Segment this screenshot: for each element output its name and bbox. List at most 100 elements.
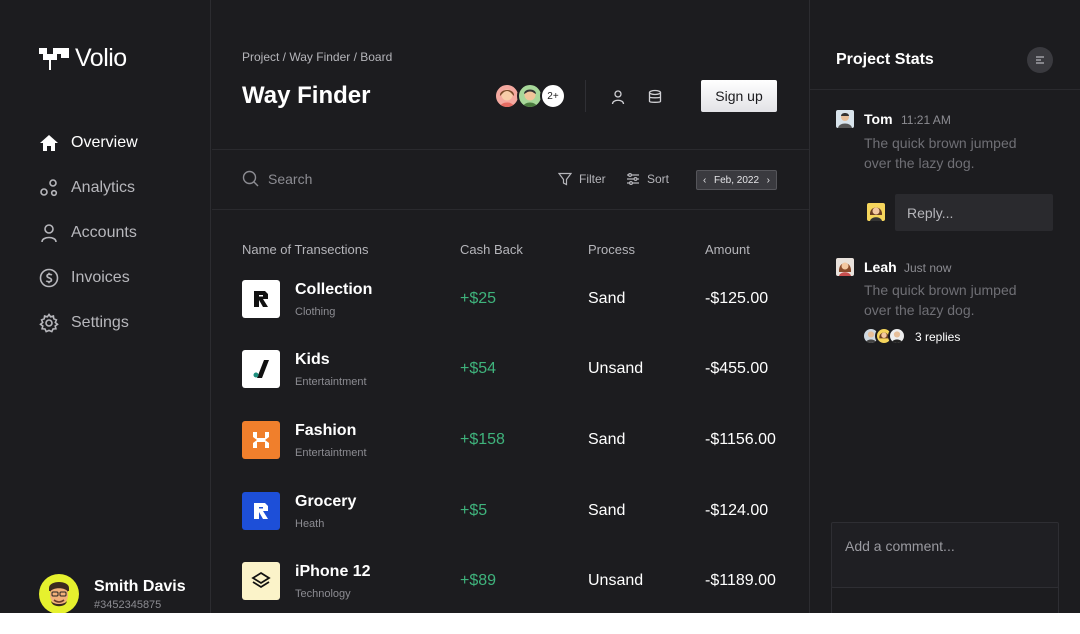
transaction-name: iPhone 12: [295, 563, 371, 580]
comment-author: Leah: [864, 259, 897, 275]
user-icon: [39, 223, 59, 243]
cashback-value: +$89: [460, 572, 497, 589]
logo[interactable]: Volio: [39, 44, 127, 73]
sidebar-item-label: Accounts: [71, 223, 137, 241]
page-title: Way Finder: [242, 82, 371, 109]
main-content: Project / Way Finder / Board Way Finder …: [212, 0, 809, 613]
replies-link[interactable]: 3 replies: [915, 330, 960, 344]
search-bar[interactable]: [242, 170, 442, 187]
amount-value: -$124.00: [705, 502, 769, 519]
date-picker: ‹ Feb, 2022 ›: [696, 170, 777, 190]
user-profile[interactable]: Smith Davis #3452345875: [39, 574, 186, 613]
amount-value: -$1156.00: [705, 431, 776, 448]
amount-value: -$455.00: [705, 360, 769, 377]
profile-id: #3452345875: [94, 598, 162, 611]
date-label: Feb, 2022: [713, 174, 760, 186]
sidebar-item-settings[interactable]: Settings: [39, 300, 138, 345]
column-header-name[interactable]: Name of Transections: [242, 242, 368, 257]
comment-time: 11:21 AM: [901, 113, 951, 127]
breadcrumb[interactable]: Project / Way Finder / Board: [242, 50, 392, 64]
r-logo-icon: [242, 492, 280, 530]
table-row[interactable]: Fashion Entertaintment +$158 Sand -$1156…: [242, 421, 787, 461]
profile-button[interactable]: [605, 84, 631, 110]
sidebar-item-label: Settings: [71, 313, 129, 331]
analytics-icon: [39, 178, 59, 198]
sort-label: Sort: [647, 172, 670, 186]
sidebar-item-accounts[interactable]: Accounts: [39, 210, 138, 255]
mini-avatar: [888, 327, 906, 345]
more-members-badge[interactable]: 2+: [540, 83, 566, 109]
profile-name: Smith Davis: [94, 577, 186, 595]
filter-button[interactable]: Filter: [558, 172, 606, 186]
divider: [810, 89, 1080, 90]
column-header-amount[interactable]: Amount: [705, 242, 750, 257]
comment-box-extension: [831, 587, 1059, 613]
table-row[interactable]: Collection Clothing +$25 Sand -$125.00: [242, 280, 787, 320]
transaction-category: Entertaintment: [295, 447, 367, 459]
slash-logo-icon: [242, 350, 280, 388]
member-avatars[interactable]: 2+: [494, 83, 566, 109]
layers-logo-icon: [242, 562, 280, 600]
sidebar-item-label: Analytics: [71, 178, 136, 196]
signup-button[interactable]: Sign up: [701, 80, 777, 112]
app-window: Volio Overview Analytics Accounts Invoic…: [0, 0, 1080, 613]
process-status: Unsand: [588, 572, 644, 589]
dollar-icon: [39, 268, 59, 288]
panel-title: Project Stats: [836, 51, 934, 68]
avatar: [39, 574, 79, 613]
search-input[interactable]: [268, 170, 418, 187]
chevron-right-icon[interactable]: ›: [767, 175, 770, 186]
filter-label: Filter: [579, 172, 606, 186]
sidebar-item-label: Overview: [71, 133, 138, 151]
chevron-left-icon[interactable]: ‹: [703, 175, 706, 186]
app-name: Volio: [75, 44, 127, 72]
table-row[interactable]: iPhone 12 Technology +$89 Unsand -$1189.…: [242, 562, 787, 602]
comment-author: Tom: [864, 111, 893, 127]
table-row[interactable]: Grocery Heath +$5 Sand -$124.00: [242, 492, 787, 532]
process-status: Sand: [588, 431, 626, 448]
transaction-name: Fashion: [295, 422, 357, 439]
cashback-value: +$54: [460, 360, 497, 377]
sidebar-item-label: Invoices: [71, 268, 130, 286]
gear-icon: [39, 312, 59, 333]
search-icon: [242, 170, 259, 187]
table-row[interactable]: Kids Entertaintment +$54 Unsand -$455.00: [242, 350, 787, 390]
sliders-icon: [627, 173, 639, 186]
cashback-value: +$158: [460, 431, 505, 448]
sidebar-item-invoices[interactable]: Invoices: [39, 255, 138, 300]
project-stats-panel: Project Stats Tom 11:21 AM The quick bro…: [809, 0, 1080, 613]
user-icon: [611, 90, 625, 105]
volio-logo-icon: [39, 47, 69, 70]
h-logo-icon: [242, 421, 280, 459]
process-status: Sand: [588, 502, 626, 519]
sidebar: Volio Overview Analytics Accounts Invoic…: [0, 0, 211, 613]
divider: [585, 80, 586, 112]
comment-text: The quick brown jumped over the lazy dog…: [864, 282, 1017, 318]
sidebar-item-overview[interactable]: Overview: [39, 120, 138, 165]
comment-avatar: [836, 258, 854, 276]
transaction-category: Clothing: [295, 306, 336, 318]
transaction-category: Entertaintment: [295, 376, 367, 388]
home-icon: [39, 133, 59, 153]
amount-value: -$1189.00: [705, 572, 776, 589]
reply-input[interactable]: [895, 194, 1053, 231]
column-header-process[interactable]: Process: [588, 242, 635, 257]
reply-avatars: [862, 327, 906, 345]
transaction-category: Technology: [295, 588, 351, 600]
transaction-name: Kids: [295, 351, 330, 368]
panel-menu-button[interactable]: [1027, 47, 1053, 73]
reply-avatar: [867, 203, 885, 221]
comment-input[interactable]: [831, 522, 1059, 588]
column-header-cashback[interactable]: Cash Back: [460, 242, 523, 257]
r-logo-icon: [242, 280, 280, 318]
sort-button[interactable]: Sort: [626, 172, 669, 186]
comment-time: Just now: [904, 261, 952, 275]
comment-avatar: [836, 110, 854, 128]
sidebar-item-analytics[interactable]: Analytics: [39, 165, 138, 210]
divider: [212, 149, 809, 150]
database-button[interactable]: [642, 84, 668, 110]
process-status: Sand: [588, 290, 626, 307]
cashback-value: +$5: [460, 502, 488, 519]
database-icon: [648, 89, 662, 103]
menu-icon: [1036, 56, 1044, 64]
